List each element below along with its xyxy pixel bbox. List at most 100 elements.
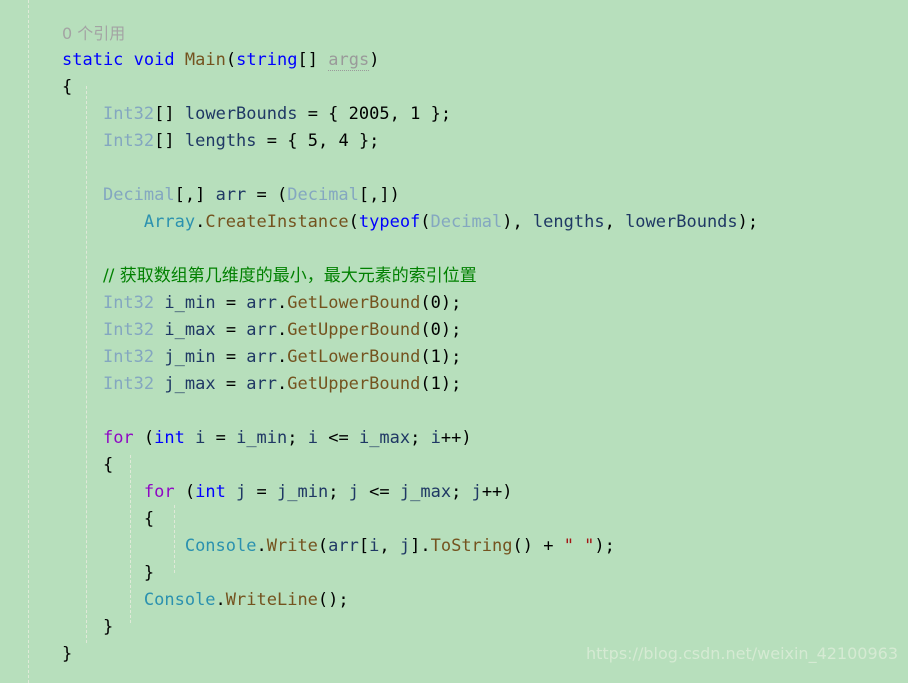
token-brace-open: { (62, 77, 73, 97)
token-assign: = (205, 428, 237, 448)
token-type-decimal: Decimal (430, 212, 503, 232)
token-method-write: Write (266, 536, 318, 556)
token-identifier-jmin: j_min (164, 347, 216, 367)
token-identifier-lengths: lengths (184, 131, 257, 151)
token-close-semi: ); (440, 374, 462, 394)
code-lines-container[interactable]: 0 个引用 static void Main(string[] args) { … (62, 20, 908, 668)
token-class-console: Console (143, 590, 216, 610)
token-identifier-jmax: j_max (164, 374, 216, 394)
token-identifier-j: j (225, 482, 247, 502)
token-brace-close: } (62, 644, 73, 664)
token-type-int32: Int32 (102, 131, 155, 151)
token-inc-i: i (430, 428, 441, 448)
token-assign-brace: = { (297, 104, 349, 124)
token-semicolon: ; (328, 482, 349, 502)
token-identifier-i: i (184, 428, 206, 448)
token-operator-lte: <= (358, 482, 400, 502)
token-paren-open: ( (348, 212, 359, 232)
token-paren-open: ( (420, 320, 431, 340)
token-type-int32: Int32 (102, 374, 155, 394)
token-paren-open: ( (174, 482, 196, 502)
token-identifier-arr: arr (215, 185, 247, 205)
code-line-inner-for-close-brace: } (62, 560, 908, 587)
token-assign: = (215, 293, 247, 313)
watermark-blog-url: https://blog.csdn.net/weixin_42100963 (585, 644, 898, 663)
token-paren-open: ( (420, 374, 431, 394)
code-line-outer-for-open-brace: { (62, 452, 908, 479)
token-cond-i: i (307, 428, 318, 448)
token-paren-open: ( (420, 293, 431, 313)
indent-guide-level-0 (28, 0, 30, 683)
token-dot: . (277, 320, 288, 340)
token-keyword-for: for (143, 482, 175, 502)
token-identifier-imin: i_min (164, 293, 216, 313)
token-index-close-dot: ]. (410, 536, 431, 556)
code-line-arr-decl: Decimal[,] arr = (Decimal[,]) (62, 182, 908, 209)
token-comma: , (389, 104, 411, 124)
code-line-console-write: Console.Write(arr[i, j].ToString() + " "… (62, 533, 908, 560)
token-object-arr: arr (246, 320, 278, 340)
token-increment: ++) (440, 428, 472, 448)
token-string-literal-space: " " (563, 536, 595, 556)
token-method-getlowerbound: GetLowerBound (287, 347, 421, 367)
code-line-inner-for: for (int j = j_min; j <= j_max; j++) (62, 479, 908, 506)
token-dot: . (277, 374, 288, 394)
token-type-int32: Int32 (102, 347, 155, 367)
token-dot: . (277, 347, 288, 367)
token-method-main: Main (184, 50, 226, 70)
token-object-arr: arr (246, 293, 278, 313)
token-comma: , (379, 536, 400, 556)
token-semicolon: ; (287, 428, 308, 448)
token-paren-close: ) (369, 50, 380, 70)
token-method-tostring: ToString (430, 536, 513, 556)
token-number-arg: 0 (430, 293, 441, 313)
code-line-outer-for: for (int i = i_min; i <= i_max; i++) (62, 425, 908, 452)
code-line-lowerbounds-decl: Int32[] lowerBounds = { 2005, 1 }; (62, 101, 908, 128)
token-close-semi: ); (440, 347, 462, 367)
token-dot: . (277, 293, 288, 313)
token-assign: = (246, 482, 278, 502)
token-cond-jmax: j_max (399, 482, 452, 502)
token-method-writeline: WriteLine (225, 590, 318, 610)
token-number-5: 5 (307, 131, 318, 151)
codelens-reference-count[interactable]: 0 个引用 (62, 20, 908, 47)
token-comment-chinese: // 获取数组第几维度的最小，最大元素的索引位置 (102, 266, 477, 286)
token-comma: , (604, 212, 626, 232)
token-paren-open: ( (317, 536, 329, 556)
token-increment: ++) (481, 482, 513, 502)
token-dot: . (195, 212, 206, 232)
token-keyword-string: string (236, 50, 298, 70)
token-brace-close: } (102, 617, 114, 637)
codelens-label: 0 个引用 (62, 24, 126, 43)
token-operator-lte: <= (318, 428, 359, 448)
token-number-arg: 1 (430, 374, 441, 394)
token-array-brackets: [] (154, 131, 175, 151)
code-line-outer-for-close-brace: } (62, 614, 908, 641)
token-inc-j: j (471, 482, 482, 502)
token-rank-brackets: [,] (174, 185, 206, 205)
code-editor-surface[interactable]: 0 个引用 static void Main(string[] args) { … (0, 0, 908, 683)
code-line-method-signature: static void Main(string[] args) (62, 47, 908, 74)
